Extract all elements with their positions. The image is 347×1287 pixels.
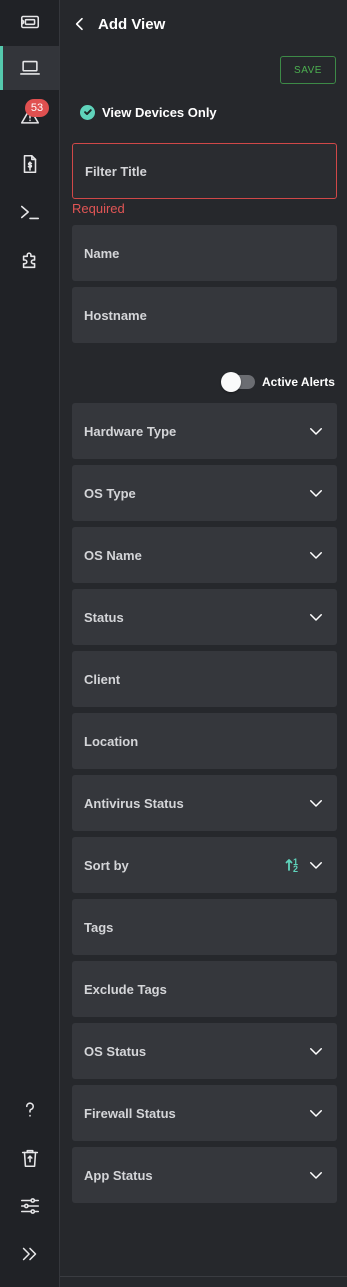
active-alerts-toggle[interactable]: Active Alerts [221, 372, 335, 392]
exclude-tags-label: Exclude Tags [84, 981, 167, 997]
sidebar-item-devices[interactable] [0, 46, 59, 90]
antivirus-status-select[interactable]: Antivirus Status [72, 775, 337, 831]
laptop-icon [19, 60, 40, 75]
sidebar-item-alerts[interactable]: 53 [0, 94, 59, 138]
sidebar-expand-button[interactable] [0, 1232, 59, 1276]
filter-title-input[interactable]: Filter Title [72, 143, 337, 199]
divider [60, 1276, 347, 1277]
chevron-down-icon [310, 800, 322, 807]
hostname-label: Hostname [84, 307, 147, 323]
hardware-type-select[interactable]: Hardware Type [72, 403, 337, 459]
back-button[interactable]: Add View [72, 10, 165, 38]
sidebar-item-billing[interactable] [0, 142, 59, 186]
filter-title-placeholder: Filter Title [85, 163, 147, 179]
recycle-bin-icon [21, 1149, 38, 1168]
firewall-status-label: Firewall Status [84, 1105, 176, 1121]
chevron-down-icon [310, 428, 322, 435]
name-label: Name [84, 245, 120, 261]
svg-text:2: 2 [293, 864, 298, 873]
client-input[interactable]: Client [72, 651, 337, 707]
sort-by-select[interactable]: Sort by 1 2 [72, 837, 337, 893]
exclude-tags-input[interactable]: Exclude Tags [72, 961, 337, 1017]
chevron-down-icon [310, 1110, 322, 1117]
chevron-down-icon [310, 1048, 322, 1055]
firewall-status-select[interactable]: Firewall Status [72, 1085, 337, 1141]
filter-title-error: Required [72, 201, 125, 216]
sidebar-item-help[interactable] [0, 1088, 59, 1132]
hostname-input[interactable]: Hostname [72, 287, 337, 343]
puzzle-icon [22, 252, 35, 269]
antivirus-status-label: Antivirus Status [84, 795, 184, 811]
sidebar-item-tickets[interactable] [0, 0, 59, 44]
tags-input[interactable]: Tags [72, 899, 337, 955]
active-alerts-label: Active Alerts [262, 375, 335, 389]
sidebar-item-integrations[interactable] [0, 238, 59, 282]
os-status-label: OS Status [84, 1043, 147, 1059]
chevron-down-icon [310, 1172, 322, 1179]
help-icon [25, 1102, 34, 1117]
app-status-select[interactable]: App Status [72, 1147, 337, 1203]
chevron-down-icon [310, 614, 322, 621]
sort-ascending-icon[interactable]: 1 2 [285, 857, 301, 873]
expand-icon [22, 1247, 36, 1261]
name-input[interactable]: Name [72, 225, 337, 281]
chevron-down-icon [310, 552, 322, 559]
sort-by-label: Sort by [84, 857, 129, 873]
os-type-label: OS Type [84, 485, 136, 501]
chevron-down-icon [310, 490, 322, 497]
view-devices-only-label: View Devices Only [102, 104, 217, 120]
sidebar-item-recycle-bin[interactable] [0, 1136, 59, 1180]
sliders-icon [20, 1198, 39, 1214]
app-status-label: App Status [84, 1167, 153, 1183]
client-label: Client [84, 671, 121, 687]
sidebar: 53 [0, 0, 60, 1287]
ticket-icon [20, 15, 39, 29]
chevron-left-icon [75, 17, 83, 31]
terminal-icon [20, 205, 39, 220]
add-view-panel: Add View SAVE View Devices Only Filter T… [60, 0, 347, 1287]
os-name-label: OS Name [84, 547, 142, 563]
check-circle-icon [80, 104, 95, 120]
status-select[interactable]: Status [72, 589, 337, 645]
chevron-down-icon [310, 862, 322, 869]
page-title: Add View [98, 15, 166, 33]
os-name-select[interactable]: OS Name [72, 527, 337, 583]
tags-label: Tags [84, 919, 114, 935]
invoice-icon [23, 154, 36, 174]
toggle-knob [221, 372, 241, 392]
sidebar-item-settings[interactable] [0, 1184, 59, 1228]
sidebar-item-terminal[interactable] [0, 190, 59, 234]
os-status-select[interactable]: OS Status [72, 1023, 337, 1079]
hardware-type-label: Hardware Type [84, 423, 177, 439]
location-label: Location [84, 733, 139, 749]
location-input[interactable]: Location [72, 713, 337, 769]
alert-count-badge: 53 [25, 99, 49, 117]
view-devices-only-checkbox[interactable]: View Devices Only [80, 102, 217, 122]
status-label: Status [84, 609, 124, 625]
toggle-switch[interactable] [221, 372, 255, 392]
save-button[interactable]: SAVE [280, 56, 336, 84]
os-type-select[interactable]: OS Type [72, 465, 337, 521]
